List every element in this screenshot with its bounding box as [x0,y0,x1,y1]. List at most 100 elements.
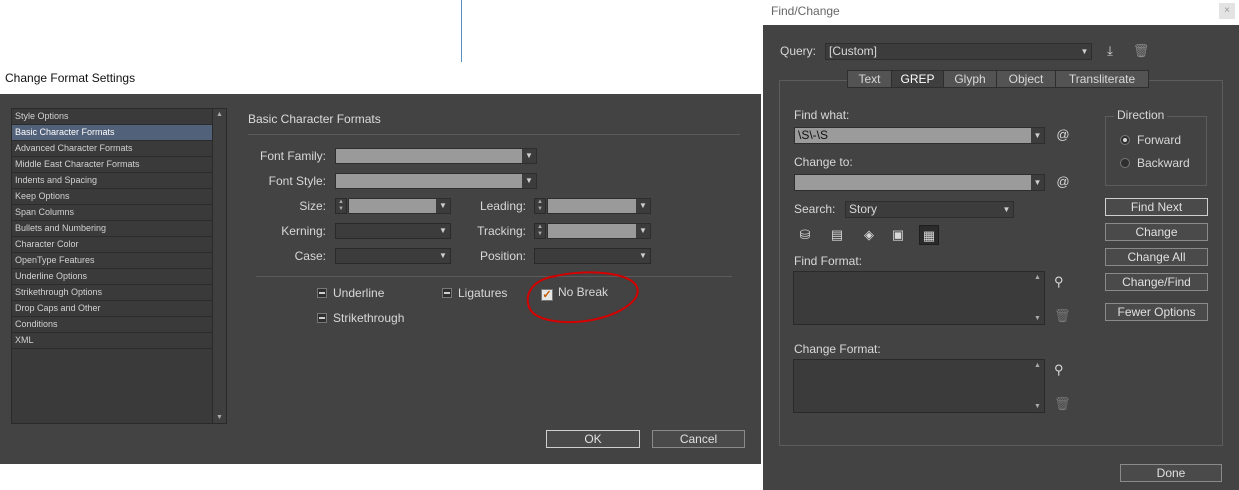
tracking-dropdown[interactable]: ▼ [547,223,651,239]
list-item[interactable]: Style Options [12,109,213,125]
change-format-label: Change Format: [794,342,881,356]
category-list-scrollbar[interactable]: ▲ ▼ [212,109,226,423]
strikethrough-checkbox[interactable]: Strikethrough [317,311,404,325]
section-divider [248,134,740,135]
clear-attributes-icon[interactable]: 🗑 [1054,396,1071,412]
chevron-down-icon: ▼ [1031,128,1044,143]
kerning-dropdown[interactable]: ▼ [335,223,451,239]
include-hidden-layers-icon[interactable]: ◈ [859,225,879,245]
font-style-dropdown[interactable]: ▼ [335,173,537,189]
list-item[interactable]: Underline Options [12,269,213,285]
clear-attributes-icon[interactable]: 🗑 [1054,308,1071,324]
special-characters-icon[interactable]: @ [1053,172,1073,192]
tab-transliterate[interactable]: Transliterate [1055,70,1149,88]
list-item[interactable]: XML [12,333,213,349]
backward-radio[interactable]: Backward [1120,156,1190,170]
kerning-label: Kerning: [281,224,326,238]
dialog-title: Change Format Settings [0,63,761,94]
case-label: Case: [294,249,326,263]
cancel-button[interactable]: Cancel [652,430,745,448]
tab-text[interactable]: Text [847,70,892,88]
find-what-input[interactable]: \S\-\S ▼ [794,127,1045,144]
ligatures-checkbox[interactable]: Ligatures [442,286,507,300]
include-master-pages-icon[interactable]: ▣ [888,225,908,245]
options-divider [256,276,732,277]
tracking-stepper[interactable]: ▲ ▼ [534,223,546,239]
specify-attributes-icon[interactable]: ⚲ [1054,362,1064,378]
section-title: Basic Character Formats [248,112,381,126]
find-next-button[interactable]: Find Next [1105,198,1208,216]
chevron-down-icon: ▼ [636,199,650,213]
position-dropdown[interactable]: ▼ [534,248,651,264]
panel-title: Find/Change [763,0,1239,25]
ligatures-label: Ligatures [458,286,508,300]
list-item[interactable]: Conditions [12,317,213,333]
fewer-options-button[interactable]: Fewer Options [1105,303,1208,321]
chevron-down-icon: ▼ [1078,44,1091,59]
forward-radio[interactable]: Forward [1120,133,1181,147]
search-scope-dropdown[interactable]: Story ▼ [845,201,1014,218]
size-stepper[interactable]: ▲ ▼ [335,198,347,214]
font-family-label: Font Family: [259,149,326,163]
category-list[interactable]: Style Options Basic Character Formats Adva… [11,108,227,424]
tracking-label: Tracking: [477,224,526,238]
leading-stepper[interactable]: ▲ ▼ [534,198,546,214]
underline-checkbox[interactable]: Underline [317,286,384,300]
list-item[interactable]: Keep Options [12,189,213,205]
list-item[interactable]: Span Columns [12,205,213,221]
change-find-button[interactable]: Change/Find [1105,273,1208,291]
tab-grep[interactable]: GREP [891,70,944,88]
list-item[interactable]: Strikethrough Options [12,285,213,301]
find-what-value: \S\-\S [798,128,829,142]
change-format-scrollbar[interactable]: ▲ ▼ [1032,360,1044,412]
chevron-down-icon: ▼ [522,174,536,188]
find-change-panel: Find/Change × Query: [Custom] ▼ ⤓ 🗑 Text… [763,0,1239,490]
include-locked-layers-icon[interactable]: ⛁ [795,225,815,245]
annotation-circle [526,271,639,323]
font-family-dropdown[interactable]: ▼ [335,148,537,164]
find-format-label: Find Format: [794,254,863,268]
change-to-input[interactable]: ▼ [794,174,1045,191]
ok-button[interactable]: OK [546,430,640,448]
query-dropdown[interactable]: [Custom] ▼ [825,43,1092,60]
scroll-down-icon[interactable]: ▼ [216,414,223,421]
close-icon[interactable]: × [1219,3,1235,19]
save-query-icon[interactable]: ⤓ [1100,41,1120,61]
tab-glyph[interactable]: Glyph [943,70,997,88]
find-format-scrollbar[interactable]: ▲ ▼ [1032,272,1044,324]
chevron-down-icon: ▼ [636,224,650,238]
list-item[interactable]: Advanced Character Formats [12,141,213,157]
list-item[interactable]: Drop Caps and Other [12,301,213,317]
background-guide-line [461,0,462,62]
change-all-button[interactable]: Change All [1105,248,1208,266]
forward-label: Forward [1137,133,1182,147]
chevron-down-icon: ▼ [522,149,536,163]
list-item[interactable]: Bullets and Numbering [12,221,213,237]
done-button[interactable]: Done [1120,464,1222,482]
change-format-settings-dialog: Change Format Settings Style Options Basi… [0,63,761,464]
case-dropdown[interactable]: ▼ [335,248,451,264]
chevron-down-icon: ▼ [1000,202,1013,217]
scroll-up-icon[interactable]: ▲ [216,111,223,118]
list-item[interactable]: Middle East Character Formats [12,157,213,173]
list-item[interactable]: Character Color [12,237,213,253]
special-characters-icon[interactable]: @ [1053,125,1073,145]
size-dropdown[interactable]: ▼ [348,198,451,214]
direction-label: Direction [1114,108,1168,122]
change-button[interactable]: Change [1105,223,1208,241]
include-locked-stories-icon[interactable]: ▤ [827,225,847,245]
list-item[interactable]: OpenType Features [12,253,213,269]
change-to-label: Change to: [794,155,853,169]
change-format-box[interactable]: ▲ ▼ [793,359,1045,413]
delete-query-icon[interactable]: 🗑 [1131,41,1151,61]
list-item[interactable]: Basic Character Formats [12,125,213,141]
leading-label: Leading: [479,199,526,213]
indeterminate-checkbox-icon [442,288,452,298]
leading-dropdown[interactable]: ▼ [547,198,651,214]
include-footnotes-icon[interactable]: ▦ [919,225,939,245]
specify-attributes-icon[interactable]: ⚲ [1054,274,1064,290]
find-format-box[interactable]: ▲ ▼ [793,271,1045,325]
tab-object[interactable]: Object [996,70,1056,88]
list-item[interactable]: Indents and Spacing [12,173,213,189]
find-what-label: Find what: [794,108,850,122]
